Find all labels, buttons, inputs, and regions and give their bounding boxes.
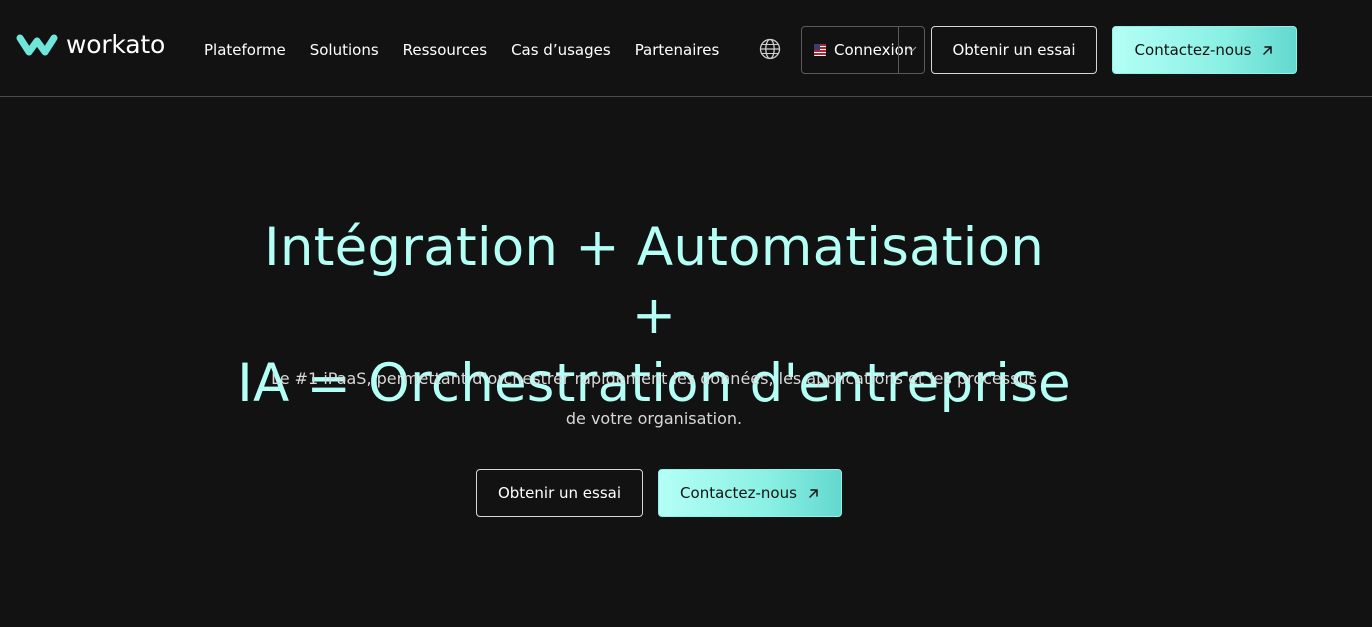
workato-logo[interactable]: workato bbox=[16, 30, 165, 60]
nav-item-ressources[interactable]: Ressources bbox=[403, 41, 487, 59]
nav-item-plateforme[interactable]: Plateforme bbox=[204, 41, 286, 59]
chevron-down-icon bbox=[907, 46, 917, 52]
hero-subtitle-line-2: de votre organisation. bbox=[565, 409, 743, 428]
select-divider bbox=[898, 27, 899, 73]
logo-wordmark: workato bbox=[66, 30, 166, 59]
nav-item-cas-usages[interactable]: Cas d’usages bbox=[511, 41, 611, 59]
header-trial-label: Obtenir un essai bbox=[952, 41, 1076, 59]
globe-icon bbox=[759, 38, 781, 60]
arrow-up-right-icon bbox=[1263, 45, 1273, 55]
hero-subtitle-line-1: Le #1 iPaaS, permettant d’orchestrer rap… bbox=[271, 369, 1037, 388]
us-flag-icon bbox=[814, 44, 826, 56]
hero-trial-label: Obtenir un essai bbox=[497, 484, 622, 502]
site-header: workato Plateforme Solutions Ressources … bbox=[0, 0, 1372, 97]
nav-item-partenaires[interactable]: Partenaires bbox=[635, 41, 720, 59]
login-select[interactable]: Connexion bbox=[801, 26, 925, 74]
main-nav: Plateforme Solutions Ressources Cas d’us… bbox=[204, 38, 743, 62]
arrow-up-right-icon bbox=[809, 488, 818, 498]
hero-contact-label: Contactez-nous bbox=[680, 484, 797, 502]
header-contact-button[interactable]: Contactez-nous bbox=[1112, 26, 1297, 74]
header-contact-label: Contactez-nous bbox=[1134, 41, 1252, 59]
hero-subtitle: Le #1 iPaaS, permettant d’orchestrer rap… bbox=[266, 359, 1042, 439]
nav-item-solutions[interactable]: Solutions bbox=[310, 41, 379, 59]
header-trial-button[interactable]: Obtenir un essai bbox=[931, 26, 1097, 74]
hero-trial-button[interactable]: Obtenir un essai bbox=[476, 469, 643, 517]
login-label: Connexion bbox=[834, 41, 914, 59]
workato-logo-mark-icon bbox=[16, 34, 58, 56]
language-button[interactable] bbox=[759, 38, 783, 62]
hero-title-line-1: Intégration + Automatisation + bbox=[263, 217, 1045, 346]
hero-contact-button[interactable]: Contactez-nous bbox=[658, 469, 842, 517]
